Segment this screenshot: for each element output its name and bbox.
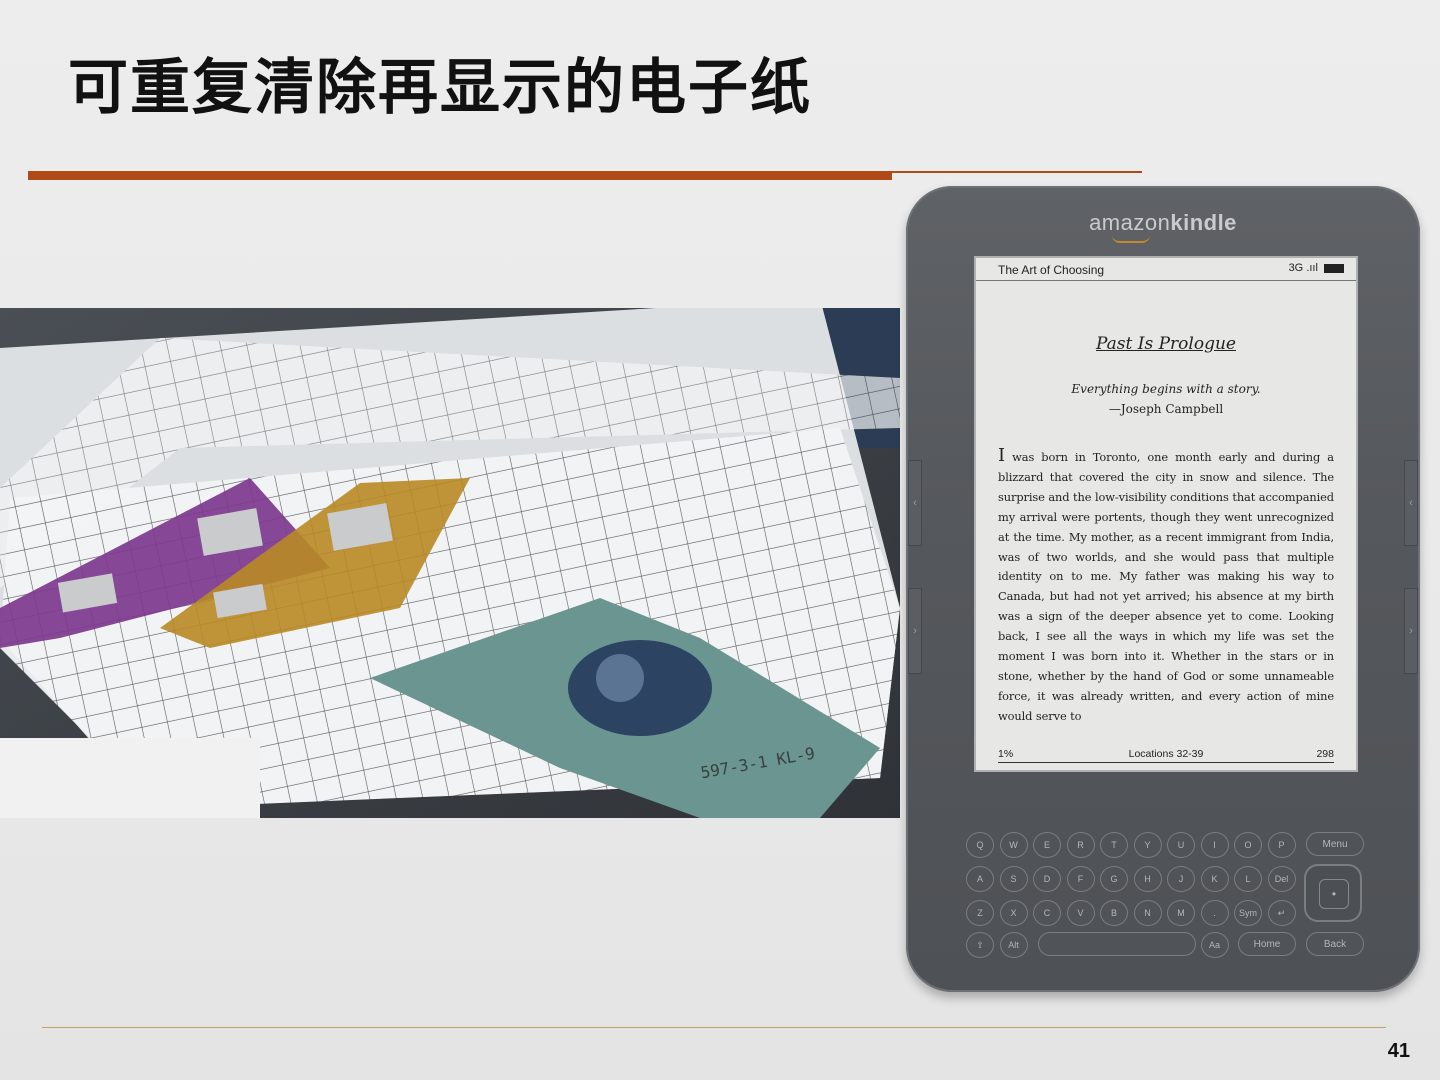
next-page-left-button[interactable]: › xyxy=(908,588,922,674)
back-button[interactable]: Back xyxy=(1306,932,1364,956)
key-h[interactable]: H xyxy=(1133,866,1162,892)
key-u[interactable]: U xyxy=(1167,832,1195,858)
key-p[interactable]: P xyxy=(1267,832,1296,858)
key-i[interactable]: I xyxy=(1200,832,1229,858)
page-number: 41 xyxy=(1387,1040,1410,1062)
key-del[interactable]: Del xyxy=(1267,866,1296,892)
key-s[interactable]: S xyxy=(999,866,1028,892)
drop-cap: I xyxy=(998,445,1006,466)
total-locations: 298 xyxy=(1316,748,1334,760)
prev-page-right-button[interactable]: ‹ xyxy=(1404,460,1418,546)
key-f[interactable]: F xyxy=(1066,866,1095,892)
key-l[interactable]: L xyxy=(1234,866,1262,892)
title-underline-accent xyxy=(28,171,892,180)
key-m[interactable]: M xyxy=(1167,900,1195,926)
body-paragraph: was born in Toronto, one month early and… xyxy=(998,450,1334,723)
slide-title: 可重复清除再显示的电子纸 xyxy=(68,53,812,123)
key-g[interactable]: G xyxy=(1100,866,1128,892)
key-j[interactable]: J xyxy=(1167,866,1195,892)
menu-button[interactable]: Menu xyxy=(1306,832,1364,856)
five-way-controller[interactable]: • xyxy=(1304,864,1362,922)
status-bar: The Art of Choosing 3G .ııl xyxy=(976,258,1356,281)
key-r[interactable]: R xyxy=(1066,832,1095,858)
e-paper-photo: 597-3-1 KL-9 xyxy=(0,308,900,818)
prev-page-left-button[interactable]: ‹ xyxy=(908,460,922,546)
key-e[interactable]: E xyxy=(1033,832,1061,858)
progress-bar xyxy=(998,762,1334,763)
space-bar[interactable] xyxy=(1038,932,1196,956)
book-title: The Art of Choosing xyxy=(998,263,1105,277)
chapter-title: Past Is Prologue xyxy=(1096,334,1236,354)
key-alt[interactable]: Alt xyxy=(999,932,1028,958)
key-enter[interactable]: ↵ xyxy=(1267,900,1296,926)
key-period[interactable]: . xyxy=(1200,900,1229,926)
key-t[interactable]: T xyxy=(1100,832,1128,858)
key-q[interactable]: Q xyxy=(966,832,994,858)
status-icons: 3G .ııl xyxy=(1289,262,1344,274)
epigraph: Everything begins with a story. xyxy=(1071,382,1261,396)
kindle-screen: The Art of Choosing 3G .ııl Past Is Prol… xyxy=(974,256,1358,772)
kindle-logo: amazonkindle xyxy=(1089,210,1237,235)
key-c[interactable]: C xyxy=(1033,900,1061,926)
home-button[interactable]: Home xyxy=(1238,932,1296,956)
key-o[interactable]: O xyxy=(1234,832,1262,858)
key-shift[interactable]: ⇧ xyxy=(966,932,994,958)
footer-rule xyxy=(42,1027,1386,1028)
epigraph-author: —Joseph Campbell xyxy=(1108,402,1224,416)
battery-icon xyxy=(1324,263,1344,273)
key-font-size[interactable]: Aa xyxy=(1200,932,1229,958)
key-k[interactable]: K xyxy=(1200,866,1229,892)
key-z[interactable]: Z xyxy=(966,900,994,926)
key-n[interactable]: N xyxy=(1133,900,1162,926)
next-page-right-button[interactable]: › xyxy=(1404,588,1418,674)
key-sym[interactable]: Sym xyxy=(1234,900,1262,926)
title-underline-thin xyxy=(892,171,1142,173)
kindle-device: amazonkindle ‹ › ‹ › The Art of Choosing… xyxy=(906,186,1420,992)
key-x[interactable]: X xyxy=(999,900,1028,926)
amazon-smile-icon xyxy=(1112,235,1150,243)
book-body-text: I was born in Toronto, one month early a… xyxy=(998,446,1334,727)
network-icon: 3G xyxy=(1288,262,1304,274)
key-d[interactable]: D xyxy=(1033,866,1061,892)
key-b[interactable]: B xyxy=(1100,900,1128,926)
select-button[interactable]: • xyxy=(1319,879,1349,909)
reading-footer: 1% Locations 32-39 298 xyxy=(998,748,1334,764)
signal-icon: .ııl xyxy=(1306,262,1318,274)
key-w[interactable]: W xyxy=(999,832,1028,858)
key-v[interactable]: V xyxy=(1066,900,1095,926)
key-a[interactable]: A xyxy=(966,866,994,892)
key-y[interactable]: Y xyxy=(1133,832,1162,858)
locations-label: Locations 32-39 xyxy=(1128,748,1204,760)
